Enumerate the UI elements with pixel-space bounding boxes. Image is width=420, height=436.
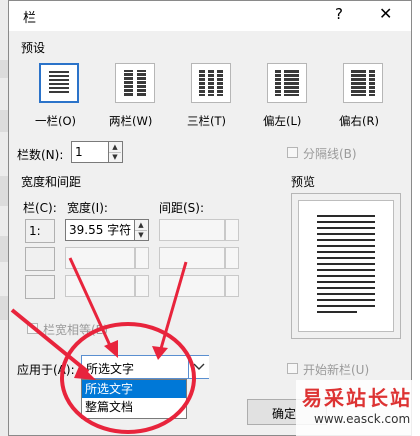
- arrow-head-bottom: [74, 364, 96, 380]
- annotation-overlay: [10, 257, 196, 434]
- arrow-head-right: [152, 346, 168, 360]
- watermark-url: www.easck.com: [314, 412, 411, 426]
- arrow-shaft-bottom: [10, 308, 90, 374]
- watermark-text: 易采站长站: [302, 386, 412, 410]
- arrow-head-left: [104, 340, 118, 358]
- watermark: 易采站长站 www.easck.com: [296, 380, 420, 436]
- arrow-shaft-left: [68, 257, 114, 351]
